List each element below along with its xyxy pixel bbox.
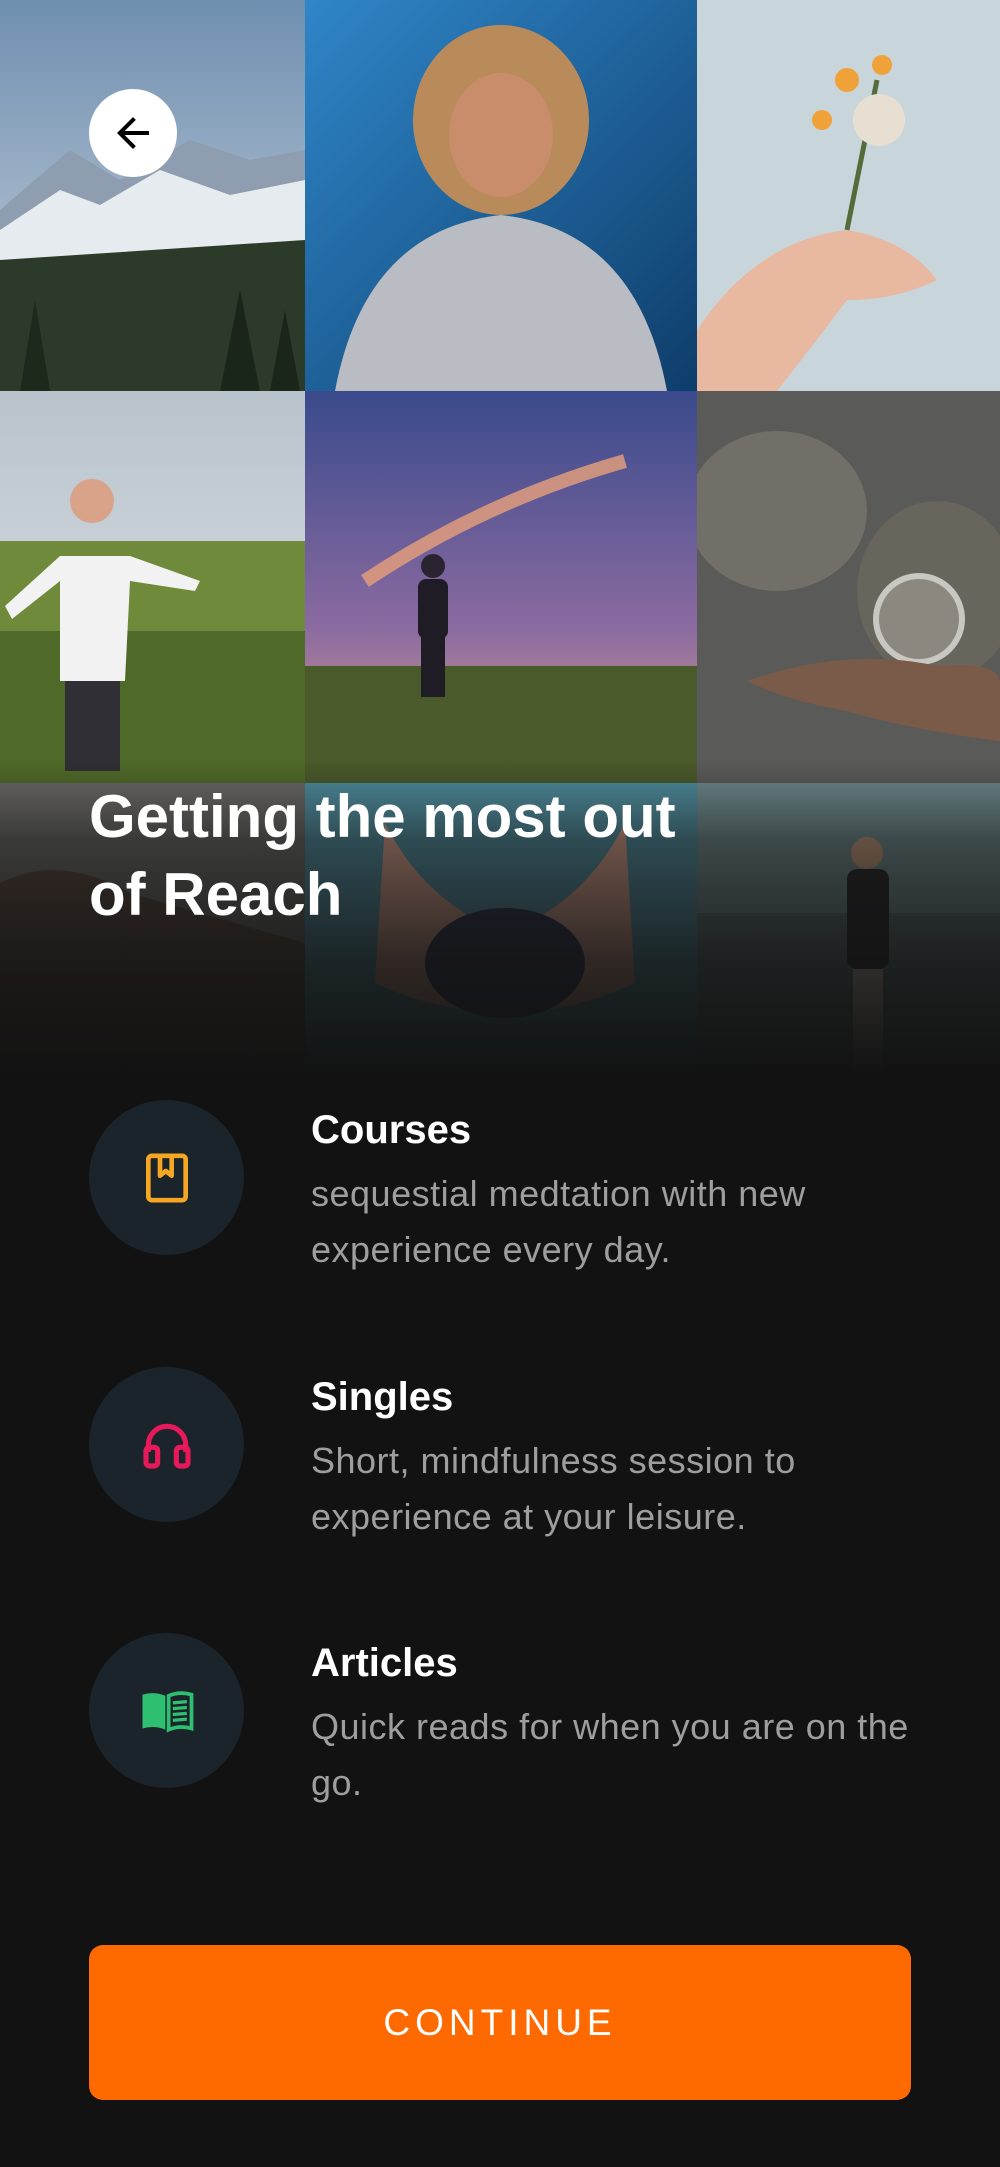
hand-flower-photo bbox=[697, 0, 1000, 391]
feature-description: sequestial medtation with new experience… bbox=[311, 1173, 806, 1270]
feature-courses[interactable]: Courses sequestial medtation with new ex… bbox=[0, 1100, 1000, 1290]
woman-field-photo bbox=[0, 391, 305, 783]
feature-title: Singles bbox=[311, 1375, 454, 1419]
page-title: Getting the most out of Reach bbox=[89, 783, 676, 928]
feature-description: Quick reads for when you are on the go. bbox=[311, 1706, 909, 1803]
feature-singles[interactable]: Singles Short, mindfulness session to ex… bbox=[0, 1367, 1000, 1557]
laughing-woman-photo bbox=[305, 0, 697, 391]
continue-button[interactable]: CONTINUE bbox=[89, 1945, 911, 2100]
feature-articles[interactable]: Articles Quick reads for when you are on… bbox=[0, 1633, 1000, 1823]
headphones-icon bbox=[142, 1423, 191, 1469]
man-sunset-field-photo bbox=[305, 391, 697, 783]
feature-title: Courses bbox=[311, 1108, 472, 1152]
crystal-ball-photo bbox=[697, 391, 1000, 783]
feature-icon-circle bbox=[89, 1633, 244, 1788]
mountains-photo bbox=[0, 0, 305, 391]
feature-description: Short, mindfulness session to experience… bbox=[311, 1440, 796, 1537]
feature-icon-circle bbox=[89, 1367, 244, 1522]
back-button[interactable] bbox=[89, 89, 177, 177]
bookmark-book-icon bbox=[145, 1153, 188, 1202]
feature-title: Articles bbox=[311, 1641, 458, 1685]
feature-icon-circle bbox=[89, 1100, 244, 1255]
arrow-left-icon bbox=[117, 117, 149, 149]
open-book-icon bbox=[142, 1690, 193, 1732]
